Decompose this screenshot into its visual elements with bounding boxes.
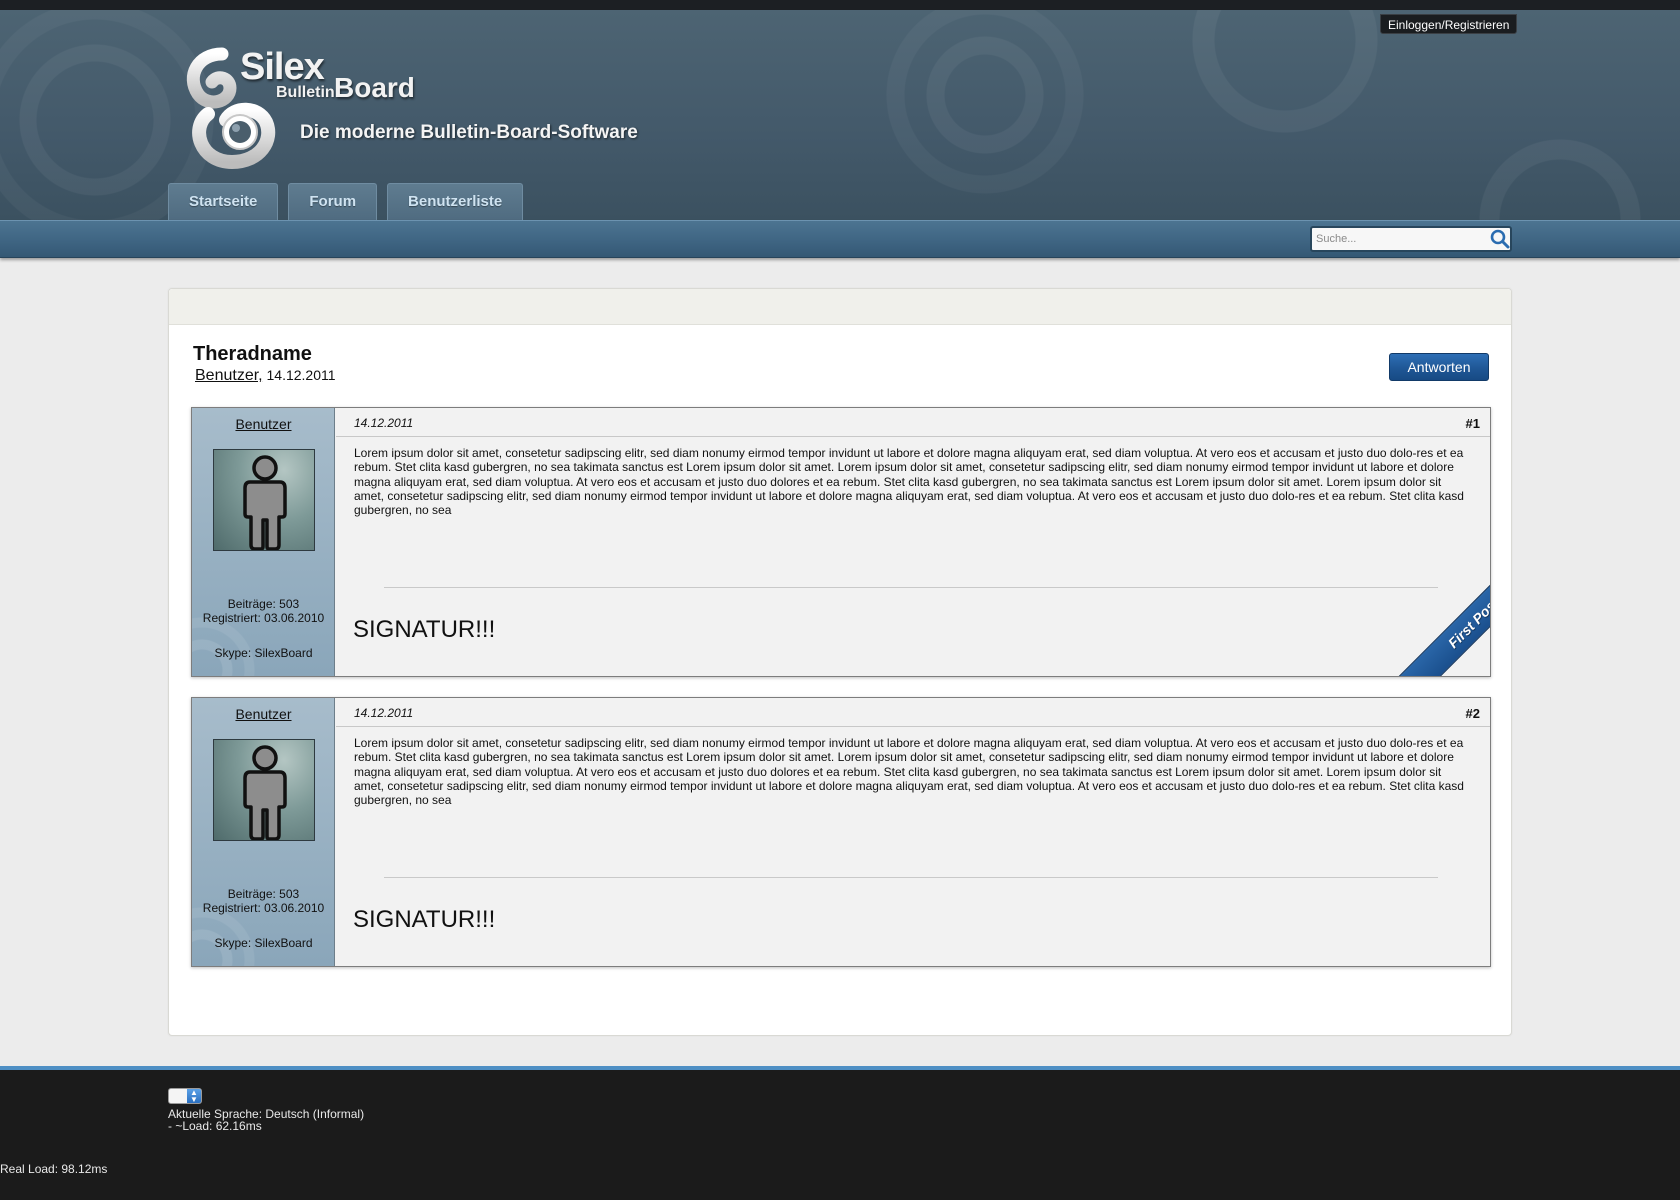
nav-tab-forum[interactable]: Forum — [288, 183, 378, 221]
post-signature: SIGNATUR!!! — [353, 616, 496, 643]
post-header: 14.12.2011 #2 — [336, 698, 1490, 727]
thread-author-link[interactable]: Benutzer, — [195, 367, 263, 384]
thread-title: Theradname — [193, 343, 312, 365]
user-silhouette-icon — [243, 745, 287, 840]
search-box — [1310, 226, 1512, 252]
user-avatar[interactable] — [213, 739, 315, 841]
signature-divider — [384, 587, 1438, 588]
real-load-time: Real Load: 98.12ms — [0, 1162, 108, 1176]
user-avatar[interactable] — [213, 449, 315, 551]
nav-tab-startseite[interactable]: Startseite — [168, 183, 279, 221]
user-stats: Beiträge: 503 Registriert: 03.06.2010 — [192, 597, 335, 625]
post-number-link[interactable]: #1 — [1466, 416, 1480, 431]
user-skype: Skype: SilexBoard — [214, 936, 313, 950]
user-stats: Beiträge: 503 Registriert: 03.06.2010 — [192, 887, 335, 915]
logo-text-board: Board — [334, 72, 415, 103]
panel-header — [169, 289, 1511, 325]
post-user-panel: Benutzer Beiträge: 503 Registriert: 03.0… — [192, 698, 335, 966]
language-select[interactable]: ▲ ▼ — [168, 1088, 202, 1104]
select-arrows-icon: ▲ ▼ — [187, 1089, 201, 1104]
post-username-link[interactable]: Benutzer — [192, 416, 335, 432]
user-silhouette-icon — [243, 455, 287, 550]
nav-tab-benutzerliste[interactable]: Benutzerliste — [387, 183, 524, 221]
main-nav: Startseite Forum Benutzerliste — [168, 183, 524, 221]
post: Benutzer Beiträge: 503 Registriert: 03.0… — [191, 697, 1491, 967]
post-date: 14.12.2011 — [354, 706, 414, 720]
user-registered: Registriert: 03.06.2010 — [202, 901, 325, 915]
thread-date: 14.12.2011 — [266, 367, 336, 383]
post: Benutzer Beiträge: 503 Registriert: 03.0… — [191, 407, 1491, 677]
search-input[interactable] — [1316, 230, 1486, 248]
first-post-ribbon: First Post! — [1360, 561, 1490, 676]
load-time: - ~Load: 62.16ms — [168, 1119, 262, 1133]
site-footer: ▲ ▼ Aktuelle Sprache: Deutsch (Informal) … — [0, 1066, 1680, 1200]
user-skype: Skype: SilexBoard — [214, 646, 313, 660]
post-username-link[interactable]: Benutzer — [192, 706, 335, 722]
logo-text-bulletin: Bulletin — [276, 84, 335, 101]
top-bar — [0, 0, 1680, 10]
site-tagline: Die moderne Bulletin-Board-Software — [300, 122, 638, 143]
post-number-link[interactable]: #2 — [1466, 706, 1480, 721]
post-user-panel: Benutzer Beiträge: 503 Registriert: 03.0… — [192, 408, 335, 676]
post-signature: SIGNATUR!!! — [353, 906, 496, 933]
post-body: Lorem ipsum dolor sit amet, consetetur s… — [354, 446, 1464, 518]
post-body: Lorem ipsum dolor sit amet, consetetur s… — [354, 736, 1464, 808]
first-post-ribbon-label: First Post! — [1397, 561, 1490, 676]
thread-panel: Theradname Benutzer, 14.12.2011 Antworte… — [168, 288, 1512, 1036]
logo-text-silex: Silex — [240, 46, 325, 88]
search-icon[interactable] — [1490, 229, 1510, 249]
reply-button[interactable]: Antworten — [1389, 353, 1489, 381]
post-header: 14.12.2011 #1 — [336, 408, 1490, 437]
post-date: 14.12.2011 — [354, 416, 414, 430]
thread-meta: Benutzer, 14.12.2011 — [195, 367, 336, 385]
login-register-link[interactable]: Einloggen/Registrieren — [1380, 14, 1518, 34]
signature-divider — [384, 877, 1438, 878]
footer-info: Aktuelle Sprache: Deutsch (Informal) - ~… — [168, 1108, 364, 1132]
user-registered: Registriert: 03.06.2010 — [202, 611, 325, 625]
user-post-count: Beiträge: 503 — [227, 597, 300, 611]
user-post-count: Beiträge: 503 — [227, 887, 300, 901]
